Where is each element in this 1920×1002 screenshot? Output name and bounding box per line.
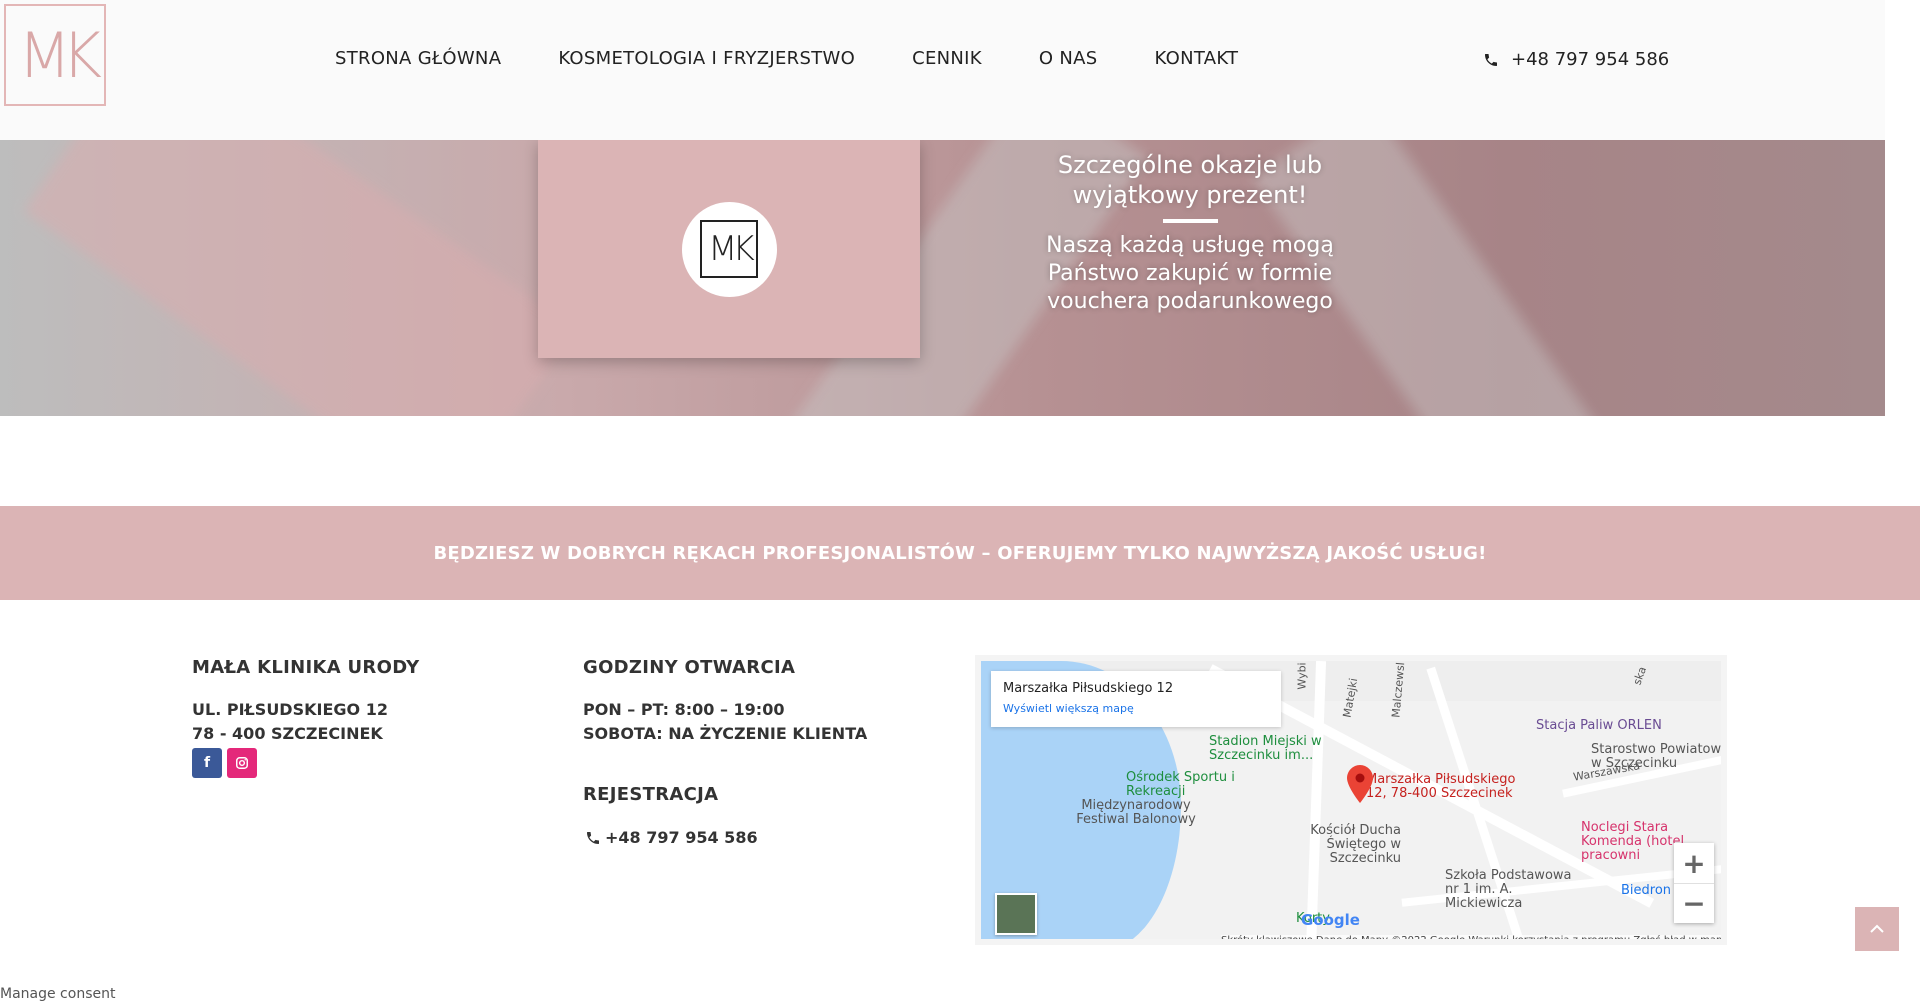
nav-cosmetology[interactable]: KOSMETOLOGIA I FRYZJERSTWO bbox=[558, 48, 855, 69]
google-map[interactable]: Marszałka Piłsudskiego 12 Wyświetl więks… bbox=[975, 655, 1727, 945]
map-larger-link[interactable]: Wyświetl większą mapę bbox=[1003, 702, 1269, 715]
site-header: MK STRONA GŁÓWNA KOSMETOLOGIA I FRYZJERS… bbox=[0, 0, 1885, 140]
site-logo[interactable]: MK bbox=[4, 4, 106, 106]
facebook-link[interactable]: f bbox=[192, 748, 222, 778]
quality-banner: BĘDZIESZ W DOBRYCH RĘKACH PROFESJONALIST… bbox=[0, 506, 1920, 600]
social-links: f bbox=[192, 748, 257, 778]
header-phone[interactable]: +48 797 954 586 bbox=[1483, 49, 1669, 70]
hours-saturday: SOBOTA: NA ŻYCZENIE KLIENTA bbox=[583, 724, 868, 743]
map-label-festiwal: Międzynarodowy Festiwal Balonowy bbox=[1076, 798, 1196, 827]
header-phone-number: +48 797 954 586 bbox=[1511, 49, 1670, 70]
hours-title: GODZINY OTWARCIA bbox=[583, 657, 796, 678]
nav-pricing[interactable]: CENNIK bbox=[912, 48, 982, 69]
satellite-toggle[interactable] bbox=[995, 893, 1037, 935]
chevron-up-icon bbox=[1870, 924, 1884, 933]
phone-icon bbox=[587, 832, 599, 844]
map-label-osrodek: Ośrodek Sportu i Rekreacji bbox=[1126, 770, 1235, 799]
nav-contact[interactable]: KONTAKT bbox=[1154, 48, 1238, 69]
map-place-title: Marszałka Piłsudskiego 12 bbox=[1003, 681, 1174, 696]
map-zoom-controls: + − bbox=[1674, 843, 1714, 923]
main-nav: STRONA GŁÓWNA KOSMETOLOGIA I FRYZJERSTWO… bbox=[335, 48, 1238, 69]
registration-title: REJESTRACJA bbox=[583, 784, 719, 805]
map-label-pin: Marszałka Piłsudskiego 12, 78-400 Szczec… bbox=[1366, 772, 1516, 801]
hours-weekdays: PON – PT: 8:00 – 19:00 bbox=[583, 700, 785, 719]
voucher-logo: MK bbox=[700, 220, 758, 278]
street-label: ska bbox=[1630, 664, 1650, 687]
location-pin-icon[interactable] bbox=[1347, 765, 1373, 803]
phone-icon bbox=[1485, 53, 1497, 66]
hero-title: Szczególne okazje lub wyjątkowy prezent! bbox=[1057, 151, 1323, 209]
clinic-name: MAŁA KLINIKA URODY bbox=[192, 657, 420, 678]
banner-text: BĘDZIESZ W DOBRYCH RĘKACH PROFESJONALIST… bbox=[433, 542, 1487, 564]
facebook-icon: f bbox=[203, 755, 211, 771]
google-logo: Google bbox=[1301, 911, 1360, 929]
hero-divider bbox=[1163, 219, 1218, 223]
scroll-to-top-button[interactable] bbox=[1855, 907, 1899, 951]
address-line-2: 78 - 400 SZCZECINEK bbox=[192, 724, 383, 743]
map-label-kosciol: Kościół Ducha Świętego w Szczecinku bbox=[1310, 823, 1401, 866]
address-line-1: UL. PIŁSUDSKIEGO 12 bbox=[192, 700, 388, 719]
map-label-szkola: Szkoła Podstawowa nr 1 im. A. Mickiewicz… bbox=[1445, 868, 1572, 911]
map-label-biedronka: Biedron bbox=[1621, 883, 1672, 898]
instagram-icon bbox=[236, 757, 248, 769]
nav-home[interactable]: STRONA GŁÓWNA bbox=[335, 48, 501, 69]
nav-about[interactable]: O NAS bbox=[1039, 48, 1098, 69]
street-label: Wybi bbox=[1295, 662, 1309, 690]
zoom-in-button[interactable]: + bbox=[1674, 843, 1714, 883]
voucher-logo-circle: MK bbox=[681, 201, 777, 297]
map-info-card: Marszałka Piłsudskiego 12 Wyświetl więks… bbox=[991, 671, 1281, 727]
zoom-out-button[interactable]: − bbox=[1674, 883, 1714, 923]
instagram-link[interactable] bbox=[227, 748, 257, 778]
map-label-stadion: Stadion Miejski w Szczecinku im... bbox=[1209, 734, 1322, 763]
voucher-hero: MK Szczególne okazje lub wyjątkowy preze… bbox=[0, 140, 1885, 416]
map-attribution: Skróty klawiszowe Dane do Mapy ©2022 Goo… bbox=[1221, 935, 1721, 939]
hero-text: Naszą każdą usługę mogą Państwo zakupić … bbox=[1046, 233, 1334, 314]
registration-phone[interactable]: +48 797 954 586 bbox=[585, 826, 758, 850]
voucher-card: MK bbox=[538, 140, 920, 358]
map-label-orlen: Stacja Paliw ORLEN bbox=[1536, 718, 1662, 733]
